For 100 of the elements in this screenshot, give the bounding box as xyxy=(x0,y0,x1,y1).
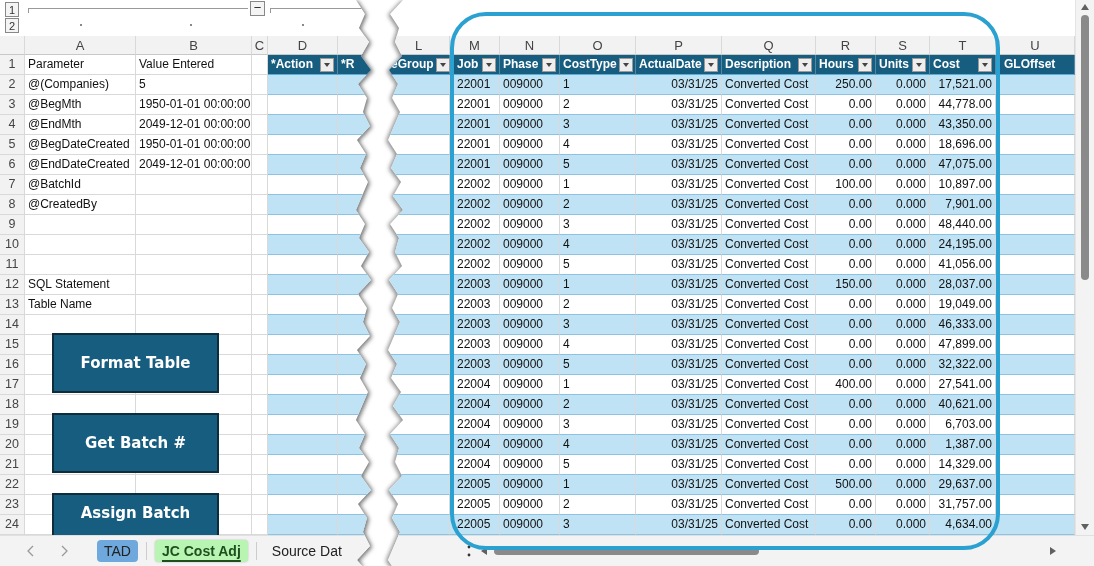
table-cell: 3 xyxy=(560,515,636,535)
column-header[interactable]: A xyxy=(25,36,136,55)
row-header[interactable]: 2 xyxy=(0,75,25,95)
table-cell xyxy=(252,175,268,195)
column-header[interactable]: N xyxy=(500,36,560,55)
filter-button[interactable] xyxy=(542,57,556,72)
row-header[interactable]: 6 xyxy=(0,155,25,175)
filter-button[interactable] xyxy=(798,57,812,72)
table-cell: 009000 xyxy=(500,115,560,135)
row-header[interactable]: 1 xyxy=(0,55,25,75)
table-cell: 500.00 xyxy=(816,475,876,495)
table-cell: 009000 xyxy=(500,435,560,455)
row-header[interactable]: 17 xyxy=(0,375,25,395)
table-cell: 4,634.00 xyxy=(930,515,996,535)
sheet-tab[interactable]: TAD xyxy=(97,540,138,562)
table-cell: Converted Cost xyxy=(722,475,816,495)
column-title: Hours xyxy=(819,56,854,73)
vertical-scrollbar[interactable] xyxy=(1075,0,1094,535)
column-header[interactable]: U xyxy=(996,36,1075,55)
table-cell: 0.000 xyxy=(876,515,930,535)
column-header[interactable]: D xyxy=(268,36,338,55)
filter-button[interactable] xyxy=(704,57,718,72)
collapse-button[interactable]: − xyxy=(250,1,265,16)
column-title: CostType xyxy=(563,56,617,73)
row-header[interactable]: 5 xyxy=(0,135,25,155)
row-header[interactable]: 22 xyxy=(0,475,25,495)
row-header[interactable]: 7 xyxy=(0,175,25,195)
table-cell: 40,621.00 xyxy=(930,395,996,415)
sheet-tab[interactable]: Source Dat xyxy=(264,540,349,562)
row-header[interactable]: 10 xyxy=(0,235,25,255)
table-cell: 009000 xyxy=(500,515,560,535)
table-cell: Converted Cost xyxy=(722,75,816,95)
column-header[interactable]: S xyxy=(876,36,930,55)
table-cell: Converted Cost xyxy=(722,195,816,215)
row-header[interactable]: 14 xyxy=(0,315,25,335)
column-header[interactable]: B xyxy=(136,36,252,55)
table-cell: Converted Cost xyxy=(722,275,816,295)
table-cell xyxy=(252,375,268,395)
scroll-down-icon[interactable] xyxy=(1081,523,1089,531)
filter-button[interactable] xyxy=(482,57,496,72)
column-header[interactable]: M xyxy=(450,36,500,55)
table-cell: 22005 xyxy=(450,515,500,535)
table-cell xyxy=(338,475,372,495)
row-header[interactable]: 15 xyxy=(0,335,25,355)
row-header[interactable]: 23 xyxy=(0,495,25,515)
table-cell: 03/31/25 xyxy=(636,475,722,495)
table-cell: 7,901.00 xyxy=(930,195,996,215)
table-cell: 0.000 xyxy=(876,195,930,215)
column-header[interactable]: P xyxy=(636,36,722,55)
more-icon[interactable] xyxy=(466,544,472,558)
scroll-right-icon[interactable] xyxy=(1049,546,1057,555)
row-header[interactable]: 8 xyxy=(0,195,25,215)
outline-level-button[interactable]: 2 xyxy=(5,18,19,33)
table-cell: 0.00 xyxy=(816,395,876,415)
row-header[interactable]: 13 xyxy=(0,295,25,315)
column-title: Units xyxy=(879,56,909,73)
table-cell xyxy=(252,335,268,355)
filter-button[interactable] xyxy=(912,57,926,72)
column-header[interactable]: O xyxy=(560,36,636,55)
column-header[interactable]: C xyxy=(252,36,268,55)
row-header[interactable]: 16 xyxy=(0,355,25,375)
scroll-up-icon[interactable] xyxy=(1081,3,1089,11)
row-header[interactable]: 19 xyxy=(0,415,25,435)
sheet-tab[interactable]: JC Cost Adj xyxy=(154,540,248,562)
row-header[interactable]: 24 xyxy=(0,515,25,535)
row-header[interactable]: 4 xyxy=(0,115,25,135)
table-cell: 03/31/25 xyxy=(636,155,722,175)
macro-button[interactable]: Format Table xyxy=(52,333,219,393)
filter-button[interactable] xyxy=(320,57,334,72)
table-cell: Converted Cost xyxy=(722,435,816,455)
table-cell: 009000 xyxy=(500,235,560,255)
table-cell: 0.000 xyxy=(876,275,930,295)
table-cell: Converted Cost xyxy=(722,155,816,175)
row-header[interactable]: 12 xyxy=(0,275,25,295)
filter-button[interactable] xyxy=(435,57,450,72)
column-header[interactable]: Q xyxy=(722,36,816,55)
macro-button[interactable]: Get Batch # xyxy=(52,413,219,473)
row-header[interactable]: 11 xyxy=(0,255,25,275)
row-header[interactable]: 21 xyxy=(0,455,25,475)
outline-level-button[interactable]: 1 xyxy=(5,2,19,17)
filter-button[interactable] xyxy=(978,57,992,72)
filter-button[interactable] xyxy=(618,57,633,72)
row-header[interactable]: 3 xyxy=(0,95,25,115)
scrollbar-thumb[interactable] xyxy=(1081,15,1089,280)
table-cell: 1 xyxy=(560,275,636,295)
macro-button[interactable]: Assign Batch xyxy=(52,493,219,535)
row-header[interactable]: 9 xyxy=(0,215,25,235)
filter-button[interactable] xyxy=(858,57,872,72)
table-cell: 03/31/25 xyxy=(636,195,722,215)
table-cell: 03/31/25 xyxy=(636,275,722,295)
row-header[interactable]: 18 xyxy=(0,395,25,415)
table-cell: Parameter xyxy=(25,55,136,75)
table-cell: 0.000 xyxy=(876,355,930,375)
table-cell: 28,037.00 xyxy=(930,275,996,295)
column-header[interactable]: T xyxy=(930,36,996,55)
column-title: *R xyxy=(341,56,355,73)
table-cell xyxy=(388,475,450,495)
column-header[interactable]: R xyxy=(816,36,876,55)
row-header[interactable]: 20 xyxy=(0,435,25,455)
table-cell: 0.000 xyxy=(876,395,930,415)
